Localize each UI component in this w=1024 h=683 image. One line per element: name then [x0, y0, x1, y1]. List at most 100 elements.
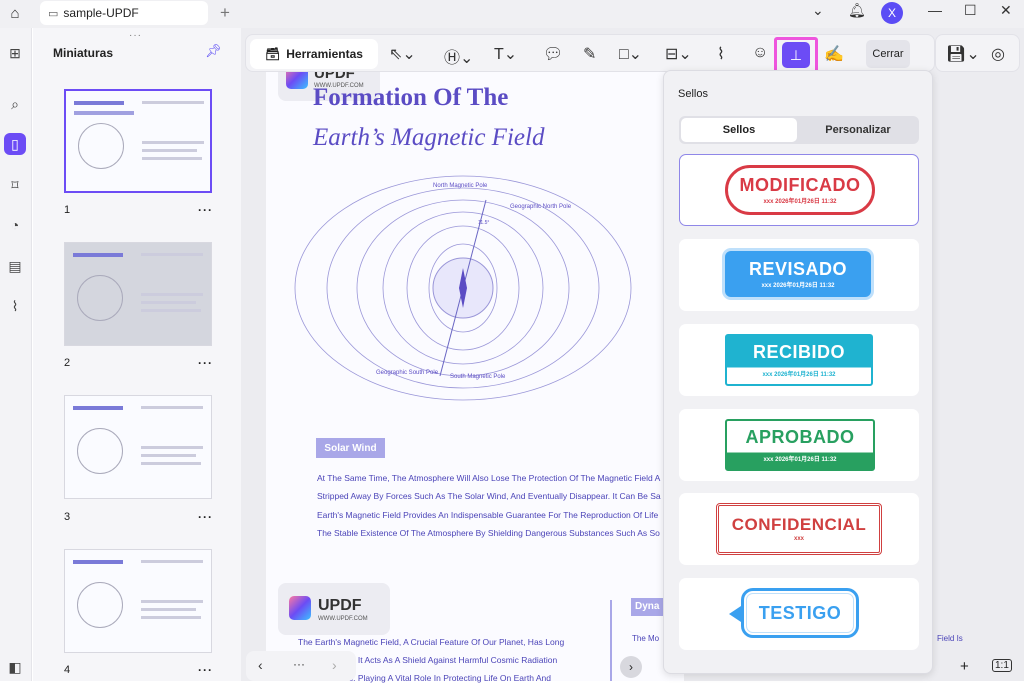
tab-personalizar[interactable]: Personalizar: [799, 118, 917, 142]
shape-icon[interactable]: □⌄: [619, 44, 642, 64]
forms-icon[interactable]: ▤: [4, 255, 26, 277]
paragraph-line: tists. It Acts As A Shield Against Harmf…: [338, 655, 558, 665]
paragraph-line: The Stable Existence Of The Atmosphere B…: [317, 528, 660, 538]
magnetic-field-diagram: North Magnetic Pole Geographic North Pol…: [294, 175, 632, 401]
layers-icon[interactable]: ◧: [4, 656, 26, 678]
signature-icon[interactable]: ✍: [824, 44, 844, 64]
attachment-icon[interactable]: ⌇: [4, 295, 26, 317]
stamp-recibido: RECIBIDO xxx 2026年01月26日 11:32: [725, 334, 873, 386]
tools-button[interactable]: 🗃︎ Herramientas: [250, 39, 378, 69]
chevron-down-icon[interactable]: ⌄: [812, 2, 824, 19]
page-nav: ‹ ··· ›: [246, 651, 356, 681]
document-tab-icon: ▭: [48, 7, 59, 20]
annotation-toolbar: 🗃︎ Herramientas ⇖⌄ Ⓗ⌄ T⌄ 💬︎ ✎ □⌄ ⊟⌄ ⌇ ☺ ⊥…: [245, 34, 935, 73]
thumbnails-header: Miniaturas: [53, 46, 114, 60]
text-snippet: Field Is: [937, 634, 963, 643]
measure-icon[interactable]: ⊟⌄: [665, 44, 692, 64]
solar-wind-heading: Solar Wind: [316, 438, 385, 458]
bell-icon[interactable]: 🔔︎: [848, 2, 866, 19]
bookmark-icon[interactable]: ⌑: [4, 174, 26, 196]
thumbnail-more-button[interactable]: ···: [198, 510, 213, 524]
thumbnail-number: 3: [64, 511, 71, 523]
stamp-modificado: MODIFICADO xxx 2026年01月26日 11:32: [725, 165, 875, 215]
new-tab-button[interactable]: +: [220, 3, 230, 23]
document-tab[interactable]: ▭ sample-UPDF: [40, 1, 208, 25]
pin-icon[interactable]: 📌︎: [205, 43, 222, 59]
thumbnail-more-button[interactable]: ···: [198, 203, 213, 217]
thumbnail-number: 1: [64, 204, 71, 216]
save-icon[interactable]: 💾︎⌄: [946, 44, 980, 64]
stamp-icon: ⊥: [782, 42, 810, 68]
stamp-confidencial: CONFIDENCIAL xxx: [716, 503, 882, 555]
paragraph-line: Stripped Away By Forces Such As The Sola…: [317, 491, 661, 501]
maximize-button[interactable]: ☐: [964, 2, 977, 19]
stamp-aprobado: APROBADO xxx 2026年01月26日 11:32: [725, 419, 875, 471]
text-snippet: The Mo: [632, 634, 660, 643]
paragraph-line: At The Same Time, The Atmosphere Will Al…: [317, 473, 661, 483]
thumbnail-page-1[interactable]: [64, 89, 212, 193]
stamp-card[interactable]: APROBADO xxx 2026年01月26日 11:32: [679, 409, 919, 481]
north-geo-label: Geographic North Pole: [510, 204, 572, 210]
thumbnail-number: 2: [64, 357, 71, 369]
stamp-button[interactable]: ⊥: [774, 37, 818, 73]
select-cursor-icon[interactable]: ⇖⌄: [389, 44, 416, 64]
paragraph-line: cles. Playing A Vital Role In Protecting…: [338, 673, 551, 683]
tab-sellos[interactable]: Sellos: [681, 118, 797, 142]
close-window-button[interactable]: ✕: [1000, 2, 1012, 19]
angle-label: 11.5°: [478, 220, 489, 226]
stamp-card[interactable]: REVISADO xxx 2026年01月26日 11:32: [679, 239, 919, 311]
thumbnail-page-2[interactable]: [64, 242, 212, 346]
stamps-tabs: Sellos Personalizar: [679, 116, 919, 144]
paragraph-line: The Earth's Magnetic Field, A Crucial Fe…: [298, 637, 565, 647]
dyna-heading: Dyna: [631, 598, 665, 616]
more-icon[interactable]: ···: [293, 657, 305, 671]
resize-grip[interactable]: ···: [129, 30, 142, 41]
stamp-card[interactable]: RECIBIDO xxx 2026年01月26日 11:32: [679, 324, 919, 396]
highlight-icon[interactable]: Ⓗ⌄: [444, 44, 473, 68]
south-geo-label: Geographic South Pole: [376, 370, 439, 376]
toolbox-icon: 🗃︎: [265, 47, 281, 61]
thumbnail-page-4[interactable]: [64, 549, 212, 653]
doc-title: Formation Of The: [313, 84, 509, 111]
thumbnail-page-3[interactable]: [64, 395, 212, 499]
apps-grid-icon[interactable]: ⊞: [4, 42, 26, 64]
stamp-card[interactable]: MODIFICADO xxx 2026年01月26日 11:32: [679, 154, 919, 226]
attachment-icon[interactable]: ⌇: [717, 44, 725, 64]
stamps-panel: Sellos Sellos Personalizar MODIFICADO xxx…: [663, 70, 933, 674]
zoom-in-icon[interactable]: +: [960, 658, 969, 675]
sticker-icon[interactable]: ☺: [752, 44, 768, 62]
north-magnetic-label: North Magnetic Pole: [433, 183, 488, 189]
search-icon[interactable]: ⌕: [4, 93, 26, 115]
comment-icon[interactable]: ◔: [4, 214, 26, 236]
stamps-panel-title: Sellos: [678, 88, 708, 100]
minimize-button[interactable]: —: [928, 2, 942, 18]
south-magnetic-label: South Magnetic Pole: [450, 374, 506, 380]
home-icon[interactable]: ⌂: [4, 2, 26, 24]
document-tab-title: sample-UPDF: [63, 6, 139, 20]
thumbnails-panel: ··· Miniaturas 📌︎ 1 ··· 2 ··· 3 ··· 4 ··…: [33, 28, 241, 681]
stamp-card[interactable]: TESTIGO: [679, 578, 919, 650]
actual-size-icon[interactable]: 1:1: [992, 659, 1012, 672]
avatar[interactable]: X: [881, 2, 903, 24]
expand-icon[interactable]: ›: [620, 656, 642, 678]
title-bar: ⌂ ▭ sample-UPDF + ⌄ 🔔︎ X — ☐ ✕: [0, 0, 1024, 28]
next-page-icon[interactable]: ›: [332, 657, 337, 673]
text-icon[interactable]: T⌄: [494, 44, 517, 64]
divider: [610, 600, 612, 681]
prev-page-icon[interactable]: ‹: [258, 657, 263, 673]
right-toolbar: 💾︎⌄ ◎: [935, 34, 1020, 72]
stamp-revisado: REVISADO xxx 2026年01月26日 11:32: [725, 251, 871, 297]
doc-subtitle: Earth’s Magnetic Field: [313, 124, 545, 151]
pointer-icon: [729, 606, 741, 622]
pencil-icon[interactable]: ✎: [583, 44, 596, 64]
comment-icon[interactable]: 💬︎: [543, 44, 563, 64]
thumbnails-icon[interactable]: ▯: [4, 133, 26, 155]
stamp-card[interactable]: CONFIDENCIAL xxx: [679, 493, 919, 565]
close-toolbar-button[interactable]: Cerrar: [866, 40, 910, 68]
ai-assistant-icon[interactable]: ◎: [991, 44, 1005, 64]
paragraph-line: Earth's Magnetic Field Provides An Indis…: [317, 510, 659, 520]
thumbnail-more-button[interactable]: ···: [198, 356, 213, 370]
thumbnail-more-button[interactable]: ···: [198, 663, 213, 677]
thumbnail-number: 4: [64, 664, 71, 676]
left-rail: ⊞ ⌕ ▯ ⌑ ◔ ▤ ⌇ ◧: [0, 28, 32, 681]
